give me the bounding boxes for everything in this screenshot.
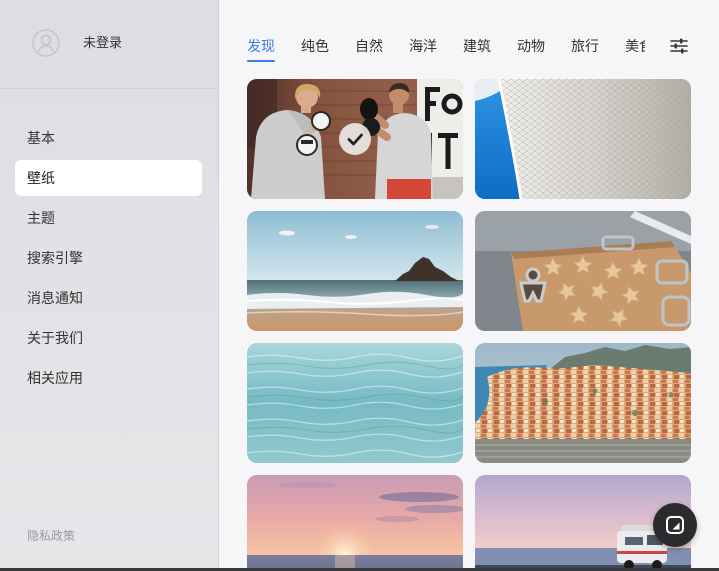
wallpaper-thumbnail[interactable]	[247, 475, 463, 568]
tab-architecture[interactable]: 建筑	[463, 35, 491, 65]
user-circle-icon[interactable]	[32, 29, 60, 57]
wallpaper-thumbnail[interactable]	[475, 79, 691, 199]
wallpaper-thumbnail[interactable]	[247, 211, 463, 331]
user-login-section[interactable]: 未登录	[0, 0, 218, 89]
tab-ocean[interactable]: 海洋	[409, 35, 437, 65]
tab-animals[interactable]: 动物	[517, 35, 545, 65]
sidebar-item-theme[interactable]: 主题	[15, 200, 202, 236]
wallpaper-image	[247, 475, 463, 568]
check-icon	[339, 123, 371, 155]
wallpaper-thumbnail[interactable]	[247, 79, 463, 199]
wallpaper-image	[475, 343, 691, 463]
wallpaper-image	[247, 343, 463, 463]
wallpaper-image	[475, 211, 691, 331]
privacy-policy-link[interactable]: 隐私政策	[27, 528, 75, 544]
sidebar-item-label: 搜索引擎	[27, 250, 83, 266]
sliders-icon[interactable]	[670, 38, 688, 54]
sidebar-item-related-apps[interactable]: 相关应用	[15, 360, 202, 396]
wallpaper-panel: 发现 纯色 自然 海洋 建筑 动物 旅行 美食	[219, 0, 719, 568]
sidebar-item-label: 相关应用	[27, 370, 83, 386]
sidebar-item-label: 消息通知	[27, 290, 83, 306]
wallpaper-grid	[247, 79, 691, 568]
wallpaper-action-button[interactable]	[653, 503, 697, 547]
sidebar-item-label: 壁纸	[27, 170, 55, 186]
wallpaper-thumbnail[interactable]	[475, 211, 691, 331]
wallpaper-image	[475, 79, 691, 199]
tab-nature[interactable]: 自然	[355, 35, 383, 65]
sidebar-item-notifications[interactable]: 消息通知	[15, 280, 202, 316]
sidebar-item-label: 主题	[27, 210, 55, 226]
wallpaper-thumbnail[interactable]	[475, 343, 691, 463]
wallpaper-image	[247, 211, 463, 331]
image-icon	[665, 515, 685, 535]
sidebar-item-label: 基本	[27, 130, 55, 146]
sidebar-item-wallpaper[interactable]: 壁纸	[15, 160, 202, 196]
sidebar-item-basic[interactable]: 基本	[15, 120, 202, 156]
tab-discover[interactable]: 发现	[247, 35, 275, 65]
settings-window: 未登录 基本 壁纸 主题 搜索引擎 消息通知 关于我们 相关应用 隐私政策 发现…	[0, 0, 719, 568]
tab-travel[interactable]: 旅行	[571, 35, 599, 65]
login-status[interactable]: 未登录	[83, 34, 122, 52]
tab-solid-color[interactable]: 纯色	[301, 35, 329, 65]
tab-food[interactable]: 美食	[625, 35, 645, 65]
sidebar: 未登录 基本 壁纸 主题 搜索引擎 消息通知 关于我们 相关应用 隐私政策	[0, 0, 219, 568]
sidebar-item-about-us[interactable]: 关于我们	[15, 320, 202, 356]
category-tabs: 发现 纯色 自然 海洋 建筑 动物 旅行 美食	[247, 35, 645, 65]
sidebar-item-search-engine[interactable]: 搜索引擎	[15, 240, 202, 276]
wallpaper-thumbnail[interactable]	[247, 343, 463, 463]
sidebar-menu: 基本 壁纸 主题 搜索引擎 消息通知 关于我们 相关应用	[15, 120, 202, 400]
sidebar-item-label: 关于我们	[27, 330, 83, 346]
